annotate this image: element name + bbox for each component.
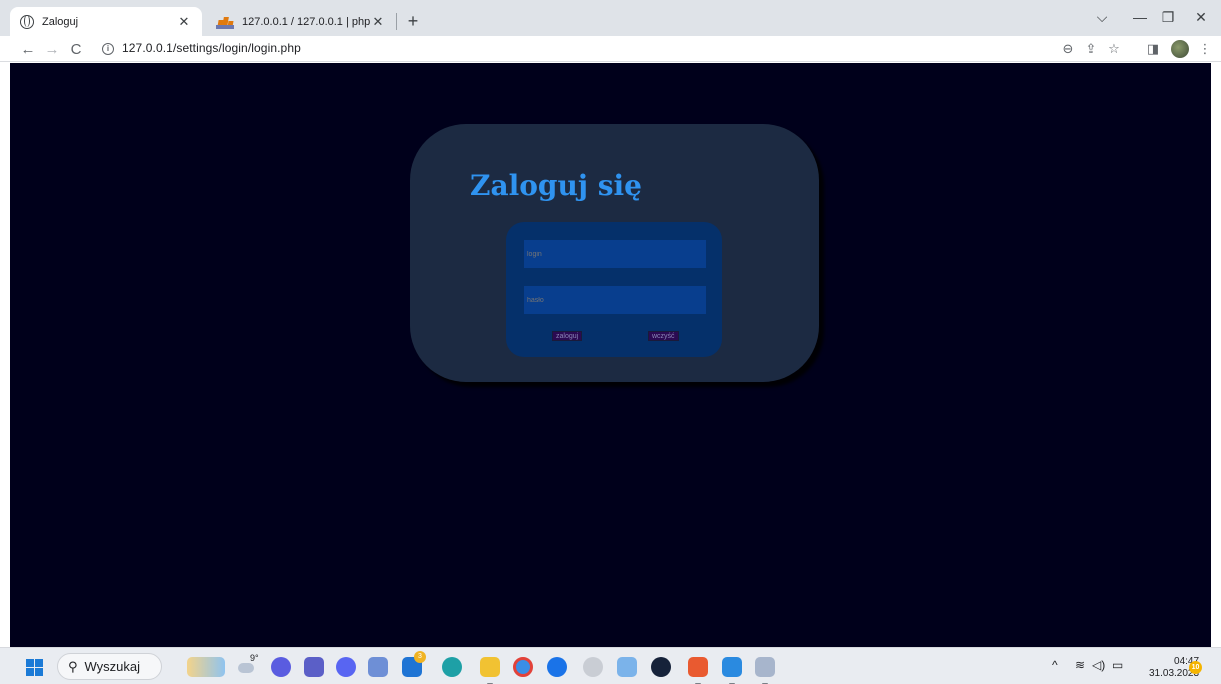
tab-phpmyadmin[interactable]: 127.0.0.1 / 127.0.0.1 | phpMyAdm ✕ <box>206 7 396 36</box>
teams-icon[interactable] <box>304 657 324 677</box>
globe-icon <box>20 14 34 29</box>
tab-zaloguj[interactable]: Zaloguj ✕ <box>10 7 202 36</box>
wifi-icon[interactable]: ≋ <box>1075 658 1085 672</box>
photos-icon[interactable] <box>617 657 637 677</box>
edge-icon[interactable] <box>442 657 462 677</box>
tab-title: 127.0.0.1 / 127.0.0.1 | phpMyAdm <box>242 15 370 28</box>
file-explorer-icon[interactable] <box>480 657 500 684</box>
mail-icon[interactable]: 3 <box>402 651 426 677</box>
tab-divider <box>396 13 397 30</box>
address-bar[interactable]: 127.0.0.1/settings/login/login.php <box>122 41 301 55</box>
login-input[interactable] <box>524 240 706 268</box>
notification-badge[interactable]: 10 <box>1189 661 1202 674</box>
search-label: Wyszukaj <box>84 659 141 674</box>
password-input[interactable] <box>524 286 706 314</box>
close-tab-icon[interactable]: ✕ <box>370 14 386 30</box>
windows-taskbar: ⚲ Wyszukaj 9° 3 ^ ≋ ◁) ▭ 04:47 31.03.202… <box>0 647 1221 684</box>
weather-temp: 9° <box>250 653 259 663</box>
taskbar-search[interactable]: ⚲ Wyszukaj <box>57 653 162 680</box>
meet-icon[interactable] <box>271 657 291 677</box>
disc-icon[interactable] <box>583 657 603 677</box>
reload-button[interactable]: C <box>66 39 86 59</box>
browser-tab-strip: Zaloguj ✕ 127.0.0.1 / 127.0.0.1 | phpMyA… <box>0 0 1221 36</box>
share-icon[interactable]: ⇪ <box>1081 39 1101 59</box>
widgets-art-icon[interactable] <box>187 657 225 677</box>
menu-kebab-icon[interactable]: ⋮ <box>1195 39 1215 59</box>
login-form: zaloguj wczyść <box>506 222 722 357</box>
search-icon: ⚲ <box>68 658 78 674</box>
side-panel-icon[interactable]: ◨ <box>1143 39 1163 59</box>
tab-title: Zaloguj <box>42 15 79 28</box>
zoom-icon[interactable]: ⊖ <box>1058 39 1078 59</box>
site-info-icon[interactable]: i <box>102 43 114 55</box>
speaker-icon[interactable]: ◁) <box>1092 658 1105 672</box>
browser-toolbar: ← → C i 127.0.0.1/settings/login/login.p… <box>0 36 1221 62</box>
login-card: Zaloguj się zaloguj wczyść <box>410 124 819 382</box>
back-button[interactable]: ← <box>18 39 38 59</box>
bookmark-star-icon[interactable]: ☆ <box>1104 39 1124 59</box>
vscode-icon[interactable] <box>722 657 742 684</box>
xampp-icon[interactable] <box>688 657 708 684</box>
new-tab-button[interactable]: + <box>402 10 424 32</box>
mail-badge: 3 <box>414 651 426 663</box>
chevron-up-icon[interactable]: ^ <box>1052 658 1058 672</box>
start-button[interactable] <box>26 659 43 676</box>
close-window-button[interactable]: ✕ <box>1182 0 1220 34</box>
page-viewport: Zaloguj się zaloguj wczyść <box>10 63 1211 647</box>
profile-avatar[interactable] <box>1171 40 1189 58</box>
notepad-icon[interactable] <box>755 657 775 684</box>
chrome-icon[interactable] <box>513 657 533 677</box>
weather-icon[interactable]: 9° <box>236 653 264 677</box>
page-title: Zaloguj się <box>470 169 642 202</box>
tab-search-chevron-icon[interactable]: ⌵ <box>1083 0 1121 34</box>
discord-icon[interactable] <box>336 657 356 677</box>
steam-icon[interactable] <box>651 657 671 677</box>
clear-button[interactable]: wczyść <box>648 331 679 341</box>
forward-button[interactable]: → <box>42 39 62 59</box>
close-tab-icon[interactable]: ✕ <box>176 14 192 30</box>
desktop-icon[interactable] <box>368 657 388 677</box>
phpmyadmin-icon <box>216 15 234 29</box>
battery-icon[interactable]: ▭ <box>1112 658 1123 672</box>
bing-icon[interactable] <box>547 657 567 677</box>
login-button[interactable]: zaloguj <box>552 331 583 341</box>
